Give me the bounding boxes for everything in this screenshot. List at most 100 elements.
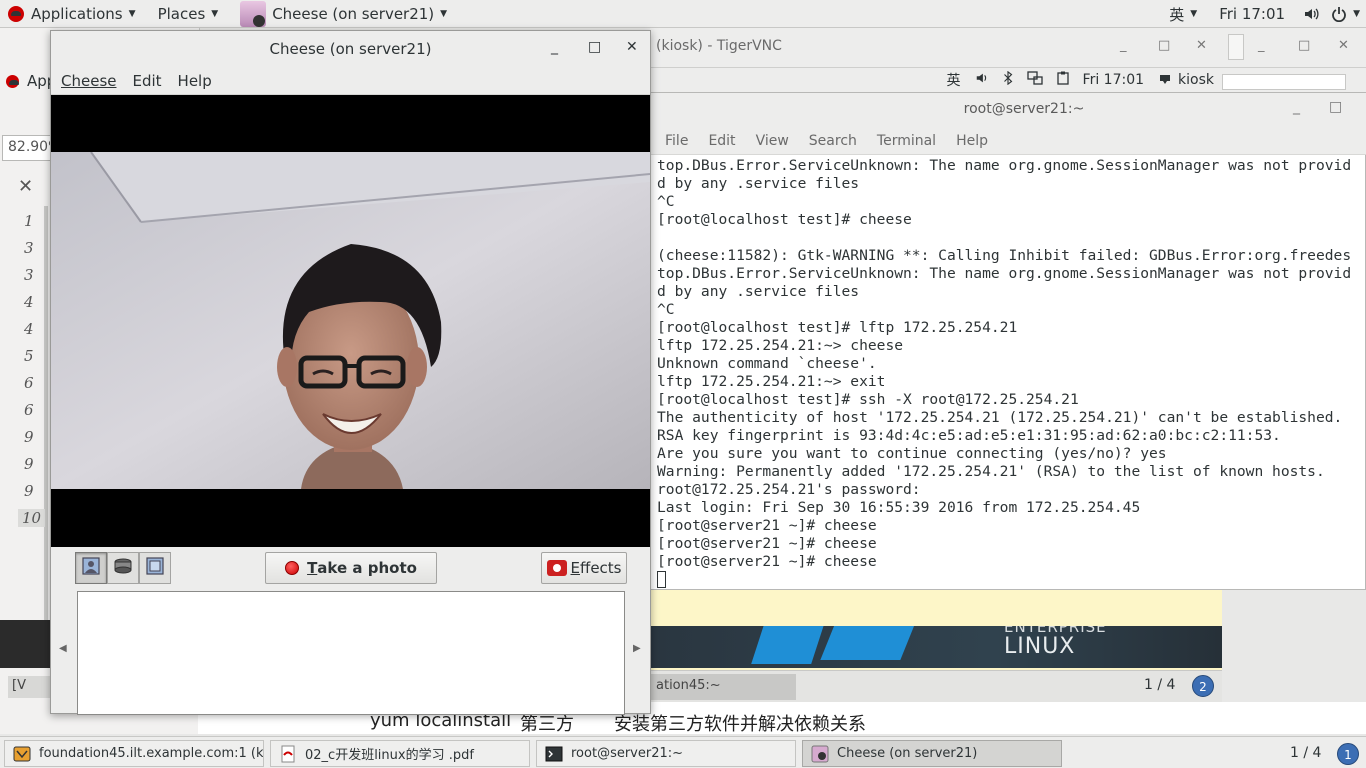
taskbar-item-vnc[interactable]: foundation45.ilt.example.com:1 (k... bbox=[4, 740, 264, 767]
terminal-line: top.DBus.Error.ServiceUnknown: The name … bbox=[657, 157, 1352, 174]
inner-user-label: kiosk bbox=[1178, 72, 1214, 88]
burst-mode-button[interactable] bbox=[139, 552, 171, 584]
terminal-output[interactable]: top.DBus.Error.ServiceUnknown: The name … bbox=[657, 157, 1366, 589]
minimize-icon[interactable]: _ bbox=[551, 39, 558, 55]
line-number: 1 bbox=[24, 212, 34, 230]
terminal-line: The authenticity of host '172.25.254.21 … bbox=[657, 409, 1343, 426]
thumbnail-strip[interactable] bbox=[77, 591, 625, 715]
workspace-badge[interactable]: 1 bbox=[1337, 743, 1359, 765]
minimize-icon[interactable]: _ bbox=[1258, 38, 1265, 53]
record-icon bbox=[285, 561, 300, 575]
cheese-window: Cheese (on server21) _ □ ✕ Cheese Edit H… bbox=[50, 30, 651, 715]
chevron-down-icon: ▼ bbox=[440, 8, 448, 19]
power-icon[interactable]: ▼ bbox=[1325, 0, 1366, 28]
terminal-line: [root@server21 ~]# cheese bbox=[657, 535, 877, 552]
cheese-toolbar: Take a photo Effects bbox=[51, 547, 650, 591]
photo-mode-button[interactable] bbox=[75, 552, 107, 584]
terminal-cursor bbox=[657, 571, 666, 588]
cheese-menu-edit[interactable]: Edit bbox=[132, 72, 161, 90]
terminal-line: lftp 172.25.254.21:~> exit bbox=[657, 373, 886, 390]
effects-button[interactable]: Effects bbox=[541, 552, 627, 584]
terminal-line: [root@localhost test]# lftp 172.25.254.2… bbox=[657, 319, 1018, 336]
minimize-icon[interactable]: _ bbox=[1120, 38, 1127, 53]
maximize-icon[interactable]: □ bbox=[588, 39, 601, 55]
scroll-right-icon[interactable]: ▶ bbox=[633, 643, 641, 654]
pdf-tab[interactable]: ation45:~ bbox=[650, 674, 796, 700]
line-number: 5 bbox=[24, 347, 34, 365]
close-icon[interactable]: ✕ bbox=[1196, 38, 1207, 53]
clipboard-icon[interactable] bbox=[1056, 71, 1069, 89]
close-icon[interactable]: ✕ bbox=[626, 39, 638, 55]
photo-mode-icon bbox=[81, 556, 101, 580]
terminal-line: ^C bbox=[657, 193, 675, 210]
terminal-menu-terminal[interactable]: Terminal bbox=[877, 133, 936, 149]
terminal-line: [root@localhost test]# ssh -X root@172.2… bbox=[657, 391, 1079, 408]
line-number: 9 bbox=[24, 428, 34, 446]
line-number: 3 bbox=[24, 266, 34, 284]
dark-strip bbox=[0, 620, 52, 668]
terminal-menu-edit[interactable]: Edit bbox=[708, 133, 735, 149]
cheese-menu-cheese-label: Cheese bbox=[61, 71, 117, 90]
taskbar-item-cheese[interactable]: Cheese (on server21) bbox=[802, 740, 1062, 767]
minimize-icon[interactable]: _ bbox=[1293, 99, 1300, 115]
taskbar-item-terminal-label: root@server21:~ bbox=[571, 746, 684, 761]
input-method-menu[interactable]: 英 ▼ bbox=[1163, 0, 1203, 28]
line-number: 3 bbox=[24, 239, 34, 257]
chevron-down-icon: ▼ bbox=[211, 8, 219, 19]
terminal-line: [root@localhost test]# cheese bbox=[657, 211, 912, 228]
line-number: 9 bbox=[24, 455, 34, 473]
terminal-menu-help[interactable]: Help bbox=[956, 133, 988, 149]
terminal-line: top.DBus.Error.ServiceUnknown: The name … bbox=[657, 265, 1352, 282]
cheese-app-icon bbox=[811, 745, 829, 763]
close-icon[interactable]: ✕ bbox=[1338, 38, 1349, 53]
terminal-menu-search[interactable]: Search bbox=[809, 133, 857, 149]
taskbar-item-terminal[interactable]: root@server21:~ bbox=[536, 740, 796, 767]
maximize-icon[interactable]: □ bbox=[1158, 38, 1170, 53]
inner-clock[interactable]: Fri 17:01 bbox=[1083, 72, 1144, 88]
terminal-line: [root@server21 ~]# cheese bbox=[657, 517, 877, 534]
scroll-left-icon[interactable]: ◀ bbox=[59, 643, 67, 654]
take-photo-mnemonic: T bbox=[307, 559, 318, 577]
terminal-cursor-line bbox=[657, 571, 1366, 589]
terminal-app-icon bbox=[545, 745, 563, 763]
terminal-line: lftp 172.25.254.21:~> cheese bbox=[657, 337, 904, 354]
editor-gutter bbox=[44, 206, 48, 646]
page-indicator: 1 / 4 bbox=[1144, 677, 1176, 693]
vnc-window-titlebar: (kiosk) - TigerVNC _ □ ✕ _ □ ✕ bbox=[650, 28, 1366, 68]
terminal-line: Warning: Permanently added '172.25.254.2… bbox=[657, 463, 1325, 480]
network-icon[interactable] bbox=[1026, 71, 1043, 89]
chevron-down-icon: ▼ bbox=[1190, 9, 1198, 19]
terminal-menu-file[interactable]: File bbox=[665, 133, 688, 149]
bluetooth-icon[interactable] bbox=[1003, 70, 1013, 89]
applications-menu[interactable]: Applications ▼ bbox=[0, 0, 142, 28]
chevron-down-icon: ▼ bbox=[1353, 9, 1360, 19]
effects-label: ffects bbox=[579, 559, 622, 577]
page-badge[interactable]: 2 bbox=[1192, 675, 1214, 697]
taskbar-item-cheese-label: Cheese (on server21) bbox=[837, 746, 978, 761]
maximize-icon[interactable]: □ bbox=[1298, 38, 1310, 53]
cheese-menu-help[interactable]: Help bbox=[178, 72, 212, 90]
active-window-menu[interactable]: Cheese (on server21) ▼ bbox=[234, 0, 453, 28]
clock-label: Fri 17:01 bbox=[1219, 5, 1286, 23]
take-photo-button[interactable]: Take a photo bbox=[265, 552, 437, 584]
volume-icon[interactable] bbox=[975, 71, 989, 89]
volume-icon[interactable] bbox=[1297, 0, 1325, 28]
background-tab[interactable]: [V bbox=[8, 676, 52, 698]
pdf-tab-label: ation45:~ bbox=[656, 678, 721, 693]
inner-user-menu[interactable]: kiosk bbox=[1158, 72, 1214, 88]
terminal-menu-view[interactable]: View bbox=[756, 133, 789, 149]
rhel-linux-text: LINUX bbox=[1004, 634, 1076, 659]
maximize-icon[interactable]: □ bbox=[1329, 99, 1342, 115]
terminal-titlebar: root@server21:~ _ □ bbox=[651, 93, 1366, 127]
clock[interactable]: Fri 17:01 bbox=[1213, 0, 1291, 28]
terminal-line: d by any .service files bbox=[657, 283, 860, 300]
cheese-menu-cheese[interactable]: Cheese bbox=[61, 72, 116, 90]
background-app-menu[interactable]: App bbox=[6, 72, 56, 90]
line-number: 10 bbox=[18, 509, 46, 527]
close-icon[interactable]: ✕ bbox=[18, 176, 33, 197]
blank-field bbox=[1222, 74, 1346, 90]
places-menu[interactable]: Places ▼ bbox=[152, 0, 225, 28]
taskbar-item-pdf[interactable]: 02_c开发班linux的学习 .pdf bbox=[270, 740, 530, 767]
inner-input-method[interactable]: 英 bbox=[947, 70, 961, 90]
video-mode-button[interactable] bbox=[107, 552, 139, 584]
